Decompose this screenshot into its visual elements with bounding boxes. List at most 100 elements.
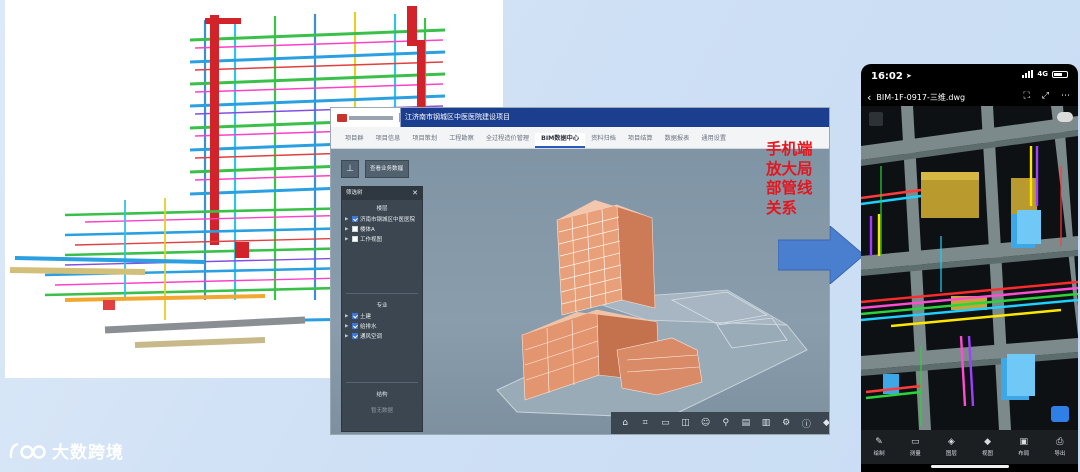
empty-state-text: 暂无数据 (370, 408, 393, 414)
tree-item-label: 工作视图 (360, 237, 383, 243)
export-button[interactable]: ⎙ 导出 (1054, 437, 1065, 457)
expand-arrow-icon[interactable]: ▶ (345, 334, 350, 339)
tree-item-label: 通风空调 (360, 334, 383, 340)
phone-bottom-toolbar: ✎ 绘制 ▭ 测量 ◈ 图层 ◆ 视图 ▣ 布局 ⎙ 导出 (861, 430, 1078, 464)
floor-section-title: 楼层 (376, 206, 388, 212)
info-icon[interactable]: ⓘ (799, 416, 813, 430)
person-icon[interactable]: ☺ (699, 416, 713, 430)
bim-viewer: ⊥ 查看业务数据 ⌄ 筛选树 ✕ 楼层 ▶ 济南市钢城区中医医院 ▶ 楼体A ▶… (331, 150, 829, 434)
tab-project-info[interactable]: 项目信息 (370, 133, 407, 148)
watermark-text: 大数跨境 (52, 443, 124, 463)
caption-line: 手机端 (766, 140, 813, 158)
tab-cost-management[interactable]: 全过程造价管理 (480, 133, 535, 148)
network-type: 4G (1037, 70, 1048, 78)
crop-icon[interactable]: ⌗ (638, 416, 652, 430)
layers-button[interactable]: ◈ 图层 (946, 437, 957, 457)
checkbox[interactable] (352, 236, 358, 242)
viewer-toolbar: ⌂ ⌗ ▭ ◫ ☺ ⚲ ▤ ▥ ⚙ ⓘ ◆ ◈ ⋖ ⤢ (611, 412, 829, 434)
close-icon[interactable]: ✕ (412, 187, 418, 200)
view-button[interactable]: ◆ 视图 (982, 437, 993, 457)
project-title: 江济南市钢城区中医医院建设项目 (405, 113, 510, 121)
discipline-section-title: 专业 (376, 303, 388, 309)
caption-line: 放大局 (766, 159, 813, 178)
tree-item-floor[interactable]: ▶ 工作视图 (342, 234, 422, 244)
home-indicator (931, 465, 1009, 468)
back-icon[interactable]: ‹ (867, 91, 871, 104)
section-icon[interactable]: ◫ (678, 416, 692, 430)
main-nav: 项目群 项目信息 项目策划 工程勘察 全过程造价管理 BIM数据中心 资料归档 … (331, 127, 829, 149)
tab-project-planning[interactable]: 项目策划 (406, 133, 443, 148)
signal-icon (1022, 70, 1034, 78)
expand-icon[interactable]: ⤢ (1042, 91, 1049, 101)
tool-label: 图层 (945, 451, 957, 457)
hierarchy-icon: ⊥ (346, 164, 354, 174)
tab-reports[interactable]: 数据报表 (659, 133, 696, 148)
tool-label: 绘制 (873, 451, 885, 457)
filter-tree-panel: 筛选树 ✕ 楼层 ▶ 济南市钢城区中医医院 ▶ 楼体A ▶ 工作视图 专业 ▶ … (341, 186, 423, 432)
cube-icon: ◆ (984, 437, 991, 447)
scan-icon[interactable]: ⛶ (1023, 91, 1029, 101)
location-arrow-icon: ➤ (905, 72, 912, 80)
expand-arrow-icon[interactable]: ▶ (345, 324, 350, 329)
more-icon[interactable]: ⋯ (1061, 91, 1070, 101)
tree-toggle-button[interactable]: ⊥ (341, 160, 359, 178)
status-bar: 16:02 ➤ 4G (861, 64, 1078, 88)
right-arrow-icon (778, 226, 864, 284)
tab-survey[interactable]: 工程勘察 (443, 133, 480, 148)
tool-label: 测量 (909, 451, 921, 457)
tree-item-floor[interactable]: ▶ 济南市钢城区中医医院 (342, 214, 422, 224)
tree-item-discipline[interactable]: ▶ 通风空调 (342, 331, 422, 341)
measure-icon[interactable]: ▭ (658, 416, 672, 430)
tree-item-label: 济南市钢城区中医医院 (360, 217, 416, 223)
expand-arrow-icon[interactable]: ▶ (345, 314, 350, 319)
checkbox[interactable] (352, 313, 358, 319)
tree-item-discipline[interactable]: ▶ 土建 (342, 311, 422, 321)
layout-icon: ▣ (1019, 437, 1028, 447)
expand-arrow-icon[interactable]: ▶ (345, 227, 350, 232)
tree-item-discipline[interactable]: ▶ 给排水 (342, 321, 422, 331)
checkbox[interactable] (352, 333, 358, 339)
settings-icon[interactable]: ⚙ (779, 416, 793, 430)
bim-web-app-window: 江济南市钢城区中医医院建设项目 项目群 项目信息 项目策划 工程勘察 全过程造价… (330, 107, 830, 435)
annotation-caption: 手机端 放大局 部管线 关系 (766, 140, 836, 218)
expand-arrow-icon[interactable]: ▶ (345, 237, 350, 242)
checkbox[interactable] (352, 323, 358, 329)
tab-project-group[interactable]: 项目群 (339, 133, 370, 148)
company-logo (337, 113, 395, 122)
cube-icon[interactable]: ◆ (819, 416, 829, 430)
phone-3d-view[interactable] (861, 106, 1078, 430)
tree-item-floor[interactable]: ▶ 楼体A (342, 224, 422, 234)
tab-settlement[interactable]: 项目结算 (622, 133, 659, 148)
ruler-icon: ▭ (910, 437, 920, 447)
filter-panel-header: 筛选树 ✕ (342, 187, 422, 200)
dataset-select[interactable]: 查看业务数据 ⌄ (365, 160, 409, 178)
measure-button[interactable]: ▭ 测量 (910, 437, 921, 457)
chart-icon[interactable]: ▥ (759, 416, 773, 430)
checkbox[interactable] (352, 216, 358, 222)
tab-general-settings[interactable]: 通用设置 (695, 133, 732, 148)
pipe-detail-graphic (861, 106, 1078, 430)
tool-label: 导出 (1054, 451, 1066, 457)
filter-panel-title: 筛选树 (346, 190, 363, 196)
phone-screenshot: 16:02 ➤ 4G ‹ BIM-1F-0917-三维.dwg ⛶ ⤢ ⋯ ✎ … (861, 64, 1078, 472)
caption-line: 部管线 (766, 179, 813, 197)
layout-button[interactable]: ▣ 布局 (1018, 437, 1029, 457)
app-header: 江济南市钢城区中医医院建设项目 (331, 108, 829, 127)
print-icon: ⎙ (1056, 437, 1064, 447)
tree-item-label: 给排水 (360, 324, 377, 330)
checkbox[interactable] (352, 226, 358, 232)
expand-arrow-icon[interactable]: ▶ (345, 217, 350, 222)
panel-divider (346, 382, 418, 383)
home-icon[interactable]: ⌂ (618, 416, 632, 430)
layers-icon[interactable]: ▤ (739, 416, 753, 430)
draw-icon: ✎ (875, 437, 883, 447)
tab-bim-data-center[interactable]: BIM数据中心 (535, 133, 586, 148)
tool-label: 视图 (982, 451, 994, 457)
battery-icon (1052, 70, 1068, 78)
tree-item-label: 楼体A (360, 227, 375, 233)
pin-icon[interactable]: ⚲ (719, 416, 733, 430)
draw-button[interactable]: ✎ 绘制 (874, 437, 885, 457)
structure-section-title: 结构 (376, 392, 388, 398)
tab-archive[interactable]: 资料归档 (585, 133, 622, 148)
caption-line: 关系 (766, 198, 798, 217)
